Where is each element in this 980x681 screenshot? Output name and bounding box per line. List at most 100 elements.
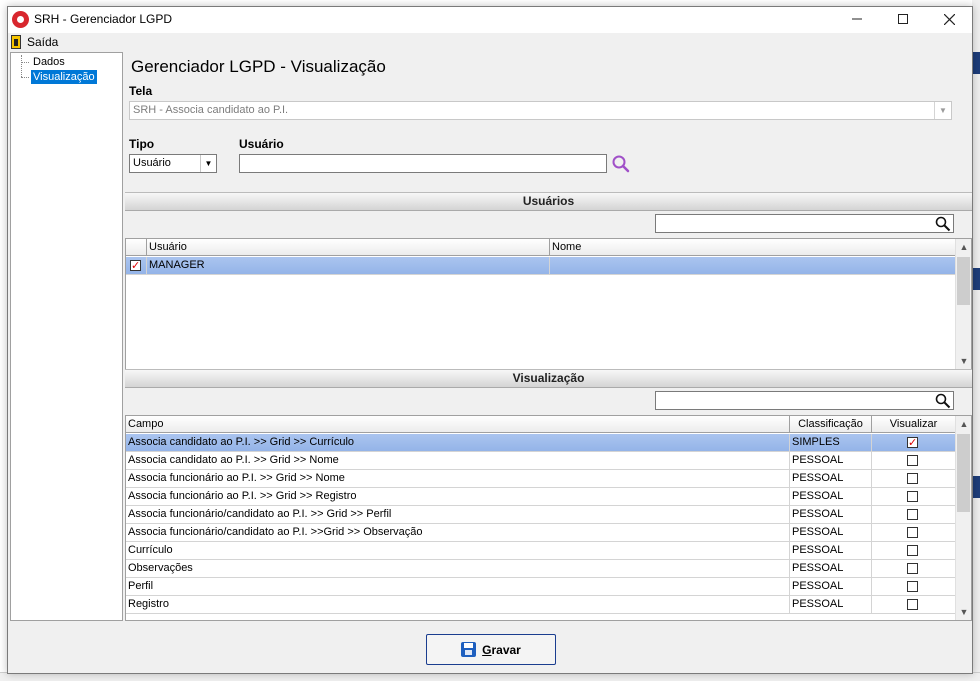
- column-header-usuario[interactable]: Usuário: [147, 239, 550, 256]
- background-tab: [972, 268, 980, 290]
- exit-door-icon[interactable]: [11, 35, 21, 49]
- maximize-button[interactable]: [880, 7, 926, 31]
- row-checkbox[interactable]: [130, 258, 141, 274]
- scroll-down-icon[interactable]: ▼: [956, 604, 971, 620]
- table-row[interactable]: Associa funcionário ao P.I. >> Grid >> N…: [126, 470, 955, 488]
- chevron-down-icon[interactable]: ▼: [200, 155, 216, 172]
- save-button[interactable]: Gravar: [426, 634, 556, 665]
- tela-label: Tela: [129, 84, 153, 98]
- table-row[interactable]: Observações PESSOAL: [126, 560, 955, 578]
- visualizar-cell[interactable]: [872, 434, 955, 451]
- tipo-value: Usuário: [133, 157, 171, 169]
- header-checkbox-column: [126, 239, 147, 256]
- tree-connector: [21, 55, 22, 77]
- column-header-nome[interactable]: Nome: [550, 239, 955, 256]
- usuarios-filter-input[interactable]: [655, 214, 954, 233]
- tree-item-visualizacao[interactable]: Visualização: [31, 70, 97, 84]
- visualizar-cell[interactable]: [872, 506, 955, 523]
- classificacao-cell: PESSOAL: [790, 596, 872, 613]
- table-row[interactable]: Associa funcionário/candidato ao P.I. >>…: [126, 524, 955, 542]
- campo-cell: Associa funcionário ao P.I. >> Grid >> N…: [126, 470, 790, 487]
- minimize-icon: [852, 18, 862, 20]
- visualizar-checkbox[interactable]: [907, 563, 918, 574]
- visualizar-cell[interactable]: [872, 524, 955, 541]
- row-checkbox-cell[interactable]: [126, 257, 147, 274]
- tipo-select[interactable]: Usuário ▼: [129, 154, 217, 173]
- table-row[interactable]: Associa funcionário/candidato ao P.I. >>…: [126, 506, 955, 524]
- menu-exit[interactable]: Saída: [27, 35, 58, 49]
- visualizar-checkbox[interactable]: [907, 509, 918, 520]
- visualizar-checkbox[interactable]: [907, 491, 918, 502]
- usuario-label: Usuário: [239, 137, 284, 151]
- main-panel: Gerenciador LGPD - Visualização Tela SRH…: [125, 52, 972, 621]
- background-app-right: [972, 0, 980, 681]
- navigation-tree: Dados Visualização: [10, 52, 123, 621]
- tela-combobox: SRH - Associa candidato ao P.I. ▼: [129, 101, 952, 120]
- classificacao-cell: PESSOAL: [790, 560, 872, 577]
- visualizacao-grid-header: Campo Classificação Visualizar: [126, 416, 955, 433]
- campo-cell: Observações: [126, 560, 790, 577]
- save-button-label: Gravar: [482, 642, 521, 657]
- visualizar-cell[interactable]: [872, 578, 955, 595]
- table-row[interactable]: Currículo PESSOAL: [126, 542, 955, 560]
- tree-item-dados[interactable]: Dados: [31, 55, 67, 69]
- table-row[interactable]: Registro PESSOAL: [126, 596, 955, 614]
- lgpd-manager-window: SRH - Gerenciador LGPD Saída Dados Visua…: [7, 6, 973, 674]
- campo-cell: Associa candidato ao P.I. >> Grid >> Cur…: [126, 434, 790, 451]
- search-icon: [935, 216, 951, 232]
- chevron-down-icon: ▼: [934, 102, 951, 119]
- classificacao-cell: PESSOAL: [790, 470, 872, 487]
- usuarios-scrollbar[interactable]: ▲ ▼: [955, 239, 971, 369]
- visualizar-checkbox[interactable]: [907, 527, 918, 538]
- visualizar-cell[interactable]: [872, 488, 955, 505]
- background-tab: [972, 52, 980, 74]
- classificacao-cell: PESSOAL: [790, 542, 872, 559]
- table-row[interactable]: Associa candidato ao P.I. >> Grid >> Cur…: [126, 434, 955, 452]
- visualizar-checkbox[interactable]: [907, 581, 918, 592]
- usuarios-grid: Usuário Nome MANAGER ▲ ▼: [125, 238, 972, 370]
- visualizacao-scrollbar[interactable]: ▲ ▼: [955, 416, 971, 620]
- column-header-campo[interactable]: Campo: [126, 416, 790, 433]
- campo-cell: Associa funcionário ao P.I. >> Grid >> R…: [126, 488, 790, 505]
- classificacao-cell: PESSOAL: [790, 452, 872, 469]
- tela-value: SRH - Associa candidato ao P.I.: [133, 104, 289, 116]
- search-icon: [612, 155, 630, 173]
- app-logo-icon: [12, 11, 29, 28]
- close-button[interactable]: [926, 7, 972, 31]
- visualizar-checkbox[interactable]: [907, 599, 918, 610]
- usuarios-grid-header: Usuário Nome: [126, 239, 955, 256]
- visualizar-cell[interactable]: [872, 452, 955, 469]
- maximize-icon: [898, 14, 908, 24]
- column-header-classificacao[interactable]: Classificação: [790, 416, 872, 433]
- visualizar-cell[interactable]: [872, 596, 955, 613]
- minimize-button[interactable]: [834, 7, 880, 31]
- table-row[interactable]: Associa funcionário ao P.I. >> Grid >> R…: [126, 488, 955, 506]
- classificacao-cell: PESSOAL: [790, 488, 872, 505]
- visualizar-cell[interactable]: [872, 560, 955, 577]
- table-row[interactable]: MANAGER: [126, 257, 955, 275]
- visualizar-checkbox[interactable]: [907, 473, 918, 484]
- visualizacao-filter-input[interactable]: [655, 391, 954, 410]
- visualizar-checkbox[interactable]: [907, 435, 918, 451]
- table-row[interactable]: Perfil PESSOAL: [126, 578, 955, 596]
- scroll-thumb[interactable]: [957, 257, 970, 305]
- column-header-visualizar[interactable]: Visualizar: [872, 416, 955, 433]
- window-title: SRH - Gerenciador LGPD: [34, 12, 173, 26]
- title-bar[interactable]: SRH - Gerenciador LGPD: [8, 7, 972, 33]
- scroll-up-icon[interactable]: ▲: [956, 239, 971, 255]
- campo-cell: Associa funcionário/candidato ao P.I. >>…: [126, 524, 790, 541]
- table-row[interactable]: Associa candidato ao P.I. >> Grid >> Nom…: [126, 452, 955, 470]
- visualizacao-section-header: Visualização: [125, 369, 972, 388]
- scroll-down-icon[interactable]: ▼: [956, 353, 971, 369]
- scroll-up-icon[interactable]: ▲: [956, 416, 971, 432]
- save-disk-icon: [461, 642, 477, 657]
- usuario-search-button[interactable]: [611, 154, 631, 174]
- scroll-thumb[interactable]: [957, 434, 970, 512]
- visualizar-cell[interactable]: [872, 542, 955, 559]
- usuario-input[interactable]: [239, 154, 607, 173]
- campo-cell: Associa funcionário/candidato ao P.I. >>…: [126, 506, 790, 523]
- close-icon: [943, 13, 955, 25]
- visualizar-checkbox[interactable]: [907, 545, 918, 556]
- visualizar-checkbox[interactable]: [907, 455, 918, 466]
- visualizar-cell[interactable]: [872, 470, 955, 487]
